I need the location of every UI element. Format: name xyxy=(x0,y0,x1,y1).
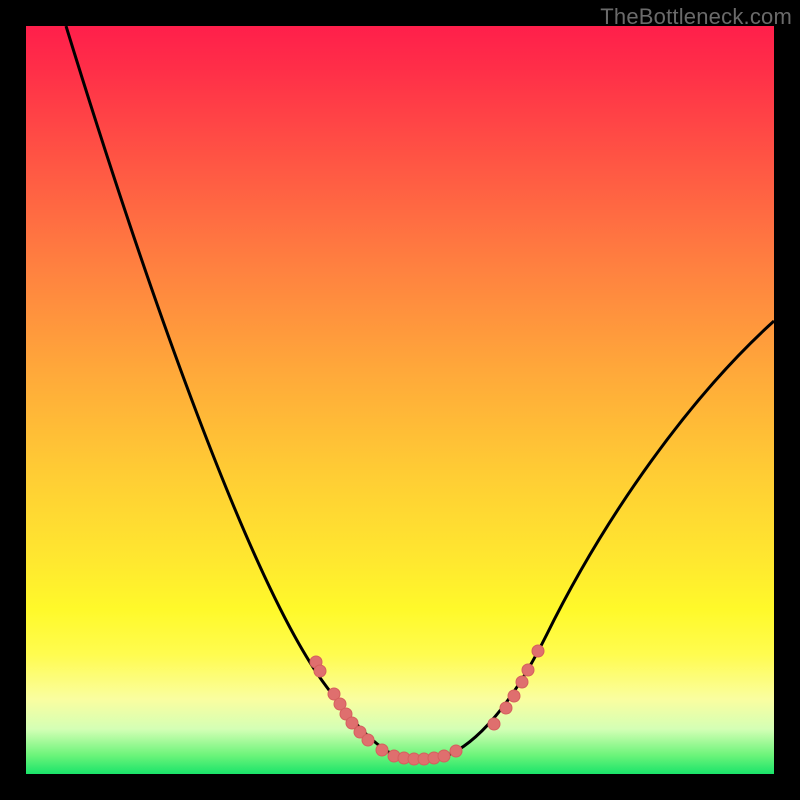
right-curve xyxy=(446,321,774,756)
data-dot xyxy=(500,702,512,714)
bottleneck-curve-svg xyxy=(26,26,774,774)
data-dot xyxy=(314,665,326,677)
data-dot xyxy=(532,645,544,657)
left-curve xyxy=(66,26,396,756)
data-dot xyxy=(362,734,374,746)
dot-layer xyxy=(310,645,544,765)
data-dot xyxy=(376,744,388,756)
data-dot xyxy=(508,690,520,702)
data-dot xyxy=(488,718,500,730)
watermark-text: TheBottleneck.com xyxy=(600,4,792,30)
data-dot xyxy=(522,664,534,676)
data-dot xyxy=(516,676,528,688)
data-dot xyxy=(438,750,450,762)
data-dot xyxy=(450,745,462,757)
chart-area xyxy=(26,26,774,774)
